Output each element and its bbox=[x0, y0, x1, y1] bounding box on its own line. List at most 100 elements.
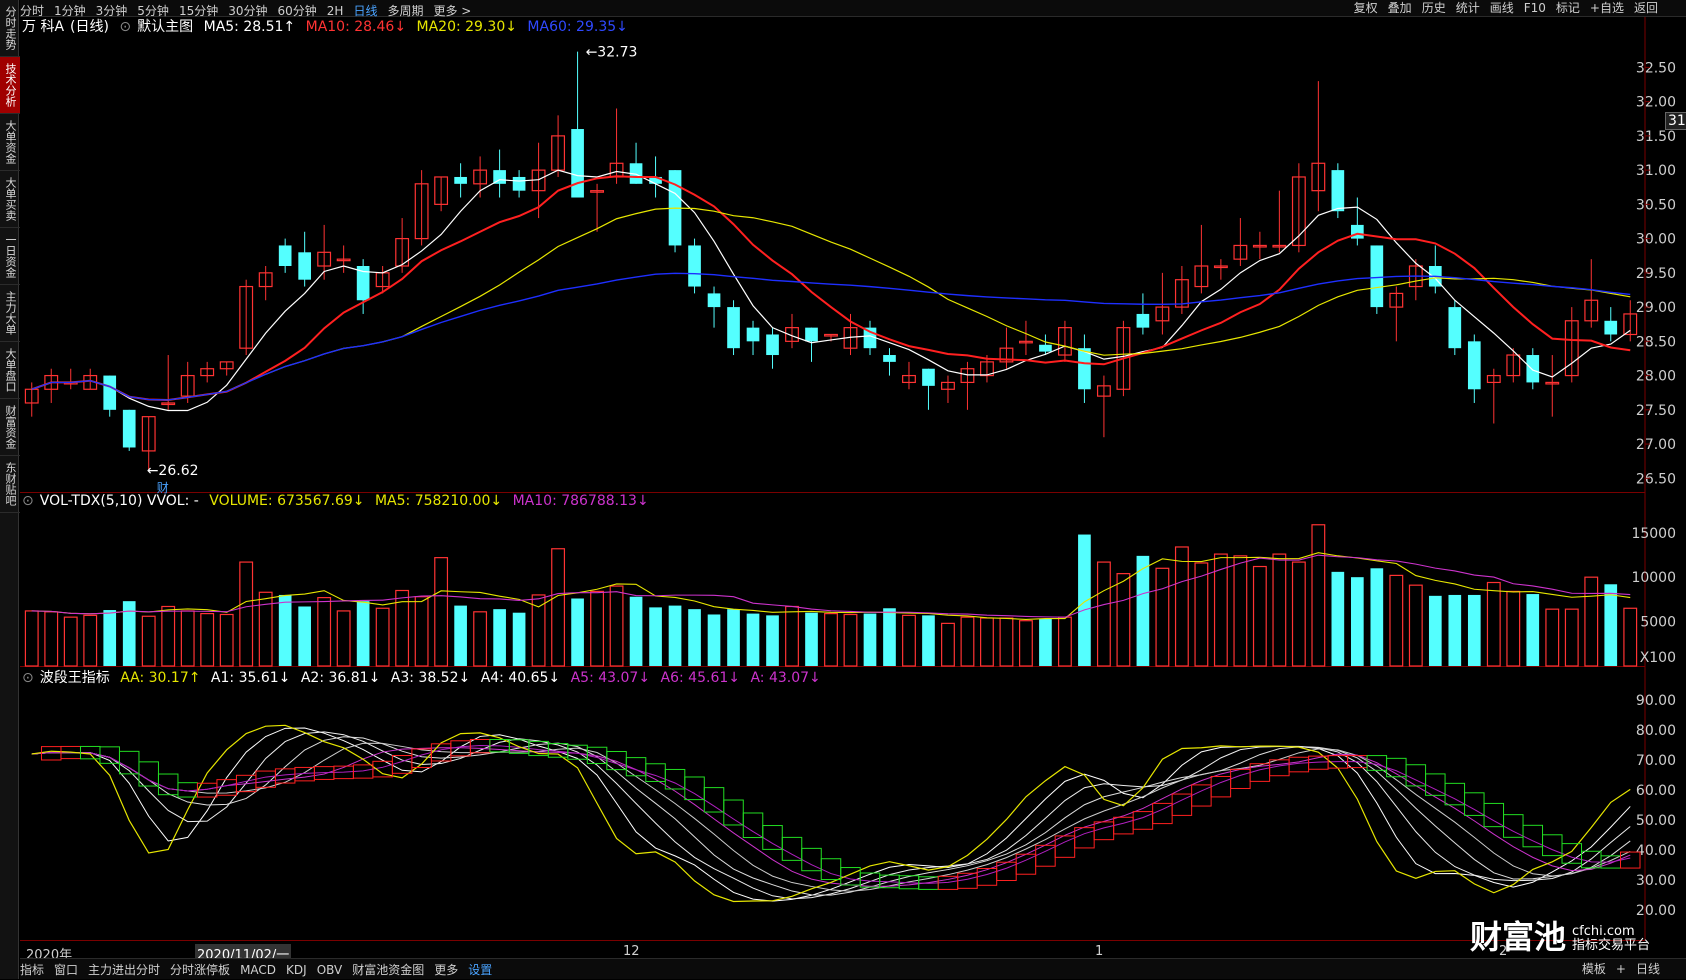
volume-bar bbox=[922, 615, 935, 666]
price-tick: 27.50 bbox=[1636, 403, 1676, 419]
volume-bar bbox=[902, 614, 916, 667]
bottom-right-button[interactable]: 模板 bbox=[1582, 962, 1606, 976]
volume-bar bbox=[766, 615, 779, 666]
volume-bar bbox=[1428, 595, 1442, 666]
indicator-band-4 bbox=[31, 742, 1631, 892]
volume-bar bbox=[180, 610, 195, 667]
indicator-tick: 80.00 bbox=[1636, 723, 1676, 739]
bottom-right-button[interactable]: + bbox=[1616, 962, 1626, 976]
volume-bar bbox=[1019, 620, 1033, 667]
volume-bar bbox=[356, 601, 370, 666]
date-label: 12 bbox=[623, 944, 640, 959]
volume-bar bbox=[1486, 581, 1501, 667]
candle-body bbox=[571, 129, 584, 198]
price-tick: 31.50 bbox=[1636, 129, 1676, 145]
bottom-tab[interactable]: OBV bbox=[317, 963, 343, 977]
volume-bar bbox=[1252, 565, 1267, 667]
bottom-tab[interactable]: 财富池资金图 bbox=[352, 963, 424, 977]
volume-bar bbox=[200, 612, 215, 667]
indicator-step-box bbox=[1503, 814, 1524, 838]
indicator-tick: 40.00 bbox=[1636, 843, 1676, 859]
volume-bar bbox=[727, 609, 740, 666]
indicator-step-box bbox=[1230, 768, 1251, 789]
bottom-right-button[interactable]: 日线 bbox=[1636, 962, 1660, 976]
volume-bar bbox=[1506, 590, 1521, 667]
bottom-tab[interactable]: 分时涨停板 bbox=[170, 963, 230, 977]
candle-body bbox=[1331, 170, 1345, 212]
price-tick: 29.50 bbox=[1636, 266, 1676, 282]
high-price-label: ←32.73 bbox=[586, 45, 638, 61]
volume-bar bbox=[336, 610, 351, 667]
volume-bar bbox=[805, 612, 818, 666]
volume-bar bbox=[1370, 568, 1384, 666]
bottom-tab[interactable]: 更多 bbox=[434, 963, 458, 977]
volume-bar bbox=[24, 610, 39, 667]
candle-body bbox=[1039, 344, 1052, 352]
volume-bar bbox=[298, 606, 311, 666]
volume-bar bbox=[785, 605, 799, 667]
stock-chart[interactable]: 32.50 32.00 31.50 31.00 30.50 30.00 29.50 29.00… bbox=[0, 0, 1686, 979]
indicator-step-box bbox=[976, 867, 998, 886]
candle-body bbox=[688, 245, 701, 287]
volume-bar bbox=[960, 616, 975, 667]
price-tick: 29.00 bbox=[1636, 300, 1676, 316]
volume-bar bbox=[863, 613, 877, 666]
price-tick: 32.00 bbox=[1636, 95, 1676, 111]
volume-bar bbox=[629, 596, 643, 666]
volume-bar bbox=[493, 609, 506, 666]
volume-bar bbox=[1291, 561, 1306, 667]
volume-bar bbox=[512, 612, 526, 666]
volume-bar bbox=[1448, 594, 1462, 666]
volume-bar bbox=[375, 607, 390, 667]
candle-body bbox=[512, 176, 526, 191]
bottom-tab[interactable]: 窗口 bbox=[54, 963, 78, 977]
indicator-step-box bbox=[1483, 802, 1505, 828]
volume-bar bbox=[1331, 571, 1345, 666]
volume-bar bbox=[414, 596, 429, 667]
volume-bar bbox=[1116, 573, 1131, 667]
volume-bar bbox=[1623, 607, 1638, 667]
bottom-tab[interactable]: 指标 bbox=[20, 963, 44, 977]
candle-body bbox=[1370, 245, 1384, 308]
volume-bar bbox=[103, 610, 117, 666]
bottom-tab[interactable]: 设置 bbox=[468, 963, 492, 977]
candle-body bbox=[298, 252, 311, 280]
volume-bar bbox=[434, 557, 449, 667]
volume-bar bbox=[454, 605, 467, 666]
volume-bar bbox=[1311, 524, 1326, 667]
volume-bar bbox=[1096, 561, 1111, 667]
price-tick: 28.00 bbox=[1636, 369, 1676, 385]
price-tick: 32.50 bbox=[1636, 60, 1676, 76]
volume-bar bbox=[999, 617, 1014, 667]
volume-bar bbox=[239, 561, 254, 667]
volume-bar bbox=[278, 594, 292, 666]
ma10-line bbox=[31, 175, 1631, 401]
ma5-line bbox=[31, 169, 1631, 412]
indicator-tick: 90.00 bbox=[1636, 693, 1676, 709]
indicator-step-box bbox=[840, 867, 861, 886]
indicator-step-box bbox=[1074, 827, 1095, 849]
volume-bar bbox=[1155, 567, 1170, 667]
volume-bar bbox=[1272, 553, 1287, 667]
volume-bar bbox=[1467, 594, 1481, 666]
date-axis: 2020年 2020/11/02/一 12 1 2 bbox=[20, 944, 1640, 963]
price-tick: 28.50 bbox=[1636, 334, 1676, 350]
bottom-tab[interactable]: KDJ bbox=[286, 963, 307, 977]
indicator-tick: 50.00 bbox=[1636, 813, 1676, 829]
volume-bar bbox=[1584, 576, 1599, 667]
volume-bar bbox=[1057, 616, 1072, 667]
volume-bar bbox=[571, 598, 584, 666]
volume-bar bbox=[590, 590, 605, 667]
candle-body bbox=[766, 334, 779, 356]
bottom-tab[interactable]: MACD bbox=[240, 963, 276, 977]
volume-bar bbox=[1389, 574, 1404, 667]
bottom-tab[interactable]: 主力进出分时 bbox=[88, 963, 160, 977]
volume-unit: X100 bbox=[1640, 650, 1676, 666]
indicator-tick: 30.00 bbox=[1636, 873, 1676, 889]
volume-bar bbox=[668, 605, 682, 666]
volume-bar bbox=[746, 613, 760, 666]
volume-bar bbox=[843, 613, 858, 667]
candle-body bbox=[883, 355, 896, 362]
watermark-brand: 财富池 bbox=[1470, 918, 1567, 956]
candle-body bbox=[746, 327, 760, 342]
